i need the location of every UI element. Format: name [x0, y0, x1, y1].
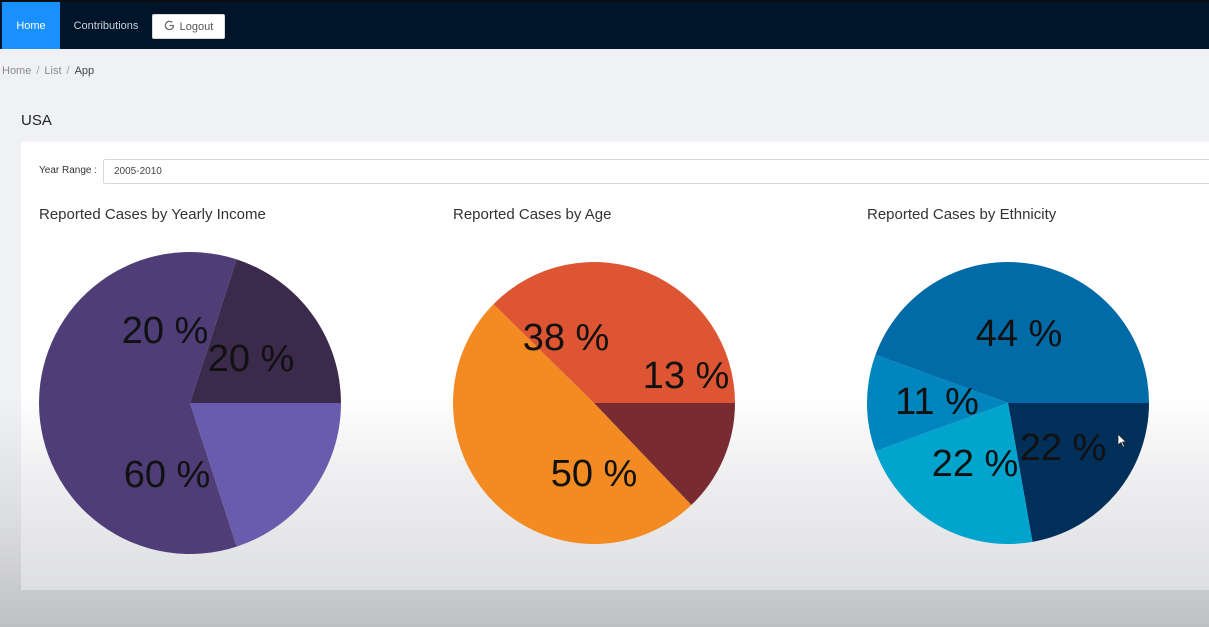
- ethnicity-chart-title: Reported Cases by Ethnicity: [867, 206, 1057, 223]
- charts-card: Year Range : 2005-2010 Reported Cases by…: [21, 142, 1209, 590]
- breadcrumb-home[interactable]: Home: [2, 65, 31, 77]
- ethnicity-slice-44-label: 44 %: [976, 313, 1063, 355]
- breadcrumb-separator: /: [66, 65, 70, 77]
- year-range-label: Year Range :: [39, 165, 98, 176]
- ethnicity-slice-11-label: 11 %: [895, 381, 979, 423]
- age-slice-38-label: 38 %: [523, 317, 610, 359]
- ethnicity-slice-22-dark[interactable]: [1008, 403, 1149, 542]
- breadcrumb: Home / List / App: [2, 64, 94, 78]
- income-slice-60-label: 60 %: [124, 454, 211, 496]
- age-slice-50-label: 50 %: [551, 453, 638, 495]
- ethnicity-pie-chart: 22 %22 % 11 % 44 %: [867, 262, 1149, 544]
- income-chart-title: Reported Cases by Yearly Income: [39, 206, 266, 223]
- page-title: USA: [21, 112, 52, 129]
- nav-contributions[interactable]: Contributions: [70, 2, 142, 49]
- ethnicity-slice-22-light-label: 22 %: [932, 443, 1019, 485]
- nav-home[interactable]: Home: [2, 2, 60, 49]
- age-pie-chart: 13 % 50 % 38 %: [453, 262, 735, 544]
- income-pie-chart: 20 % 60 % 20 %: [38, 252, 341, 554]
- income-slice-20-top-left-label: 20 %: [122, 310, 209, 352]
- logout-button[interactable]: Logout: [152, 14, 225, 39]
- google-icon: [164, 20, 175, 34]
- breadcrumb-list[interactable]: List: [44, 65, 61, 77]
- income-slice-20-top-right-label: 20 %: [208, 338, 295, 380]
- mouse-cursor-icon: [1118, 434, 1127, 448]
- year-range-input[interactable]: 2005-2010: [103, 159, 1209, 184]
- logout-label: Logout: [179, 20, 214, 33]
- breadcrumb-separator: /: [36, 65, 40, 77]
- ethnicity-slice-22-dark-label: 22 %: [1020, 427, 1107, 469]
- breadcrumb-app: App: [74, 65, 95, 77]
- age-chart-title: Reported Cases by Age: [453, 206, 612, 223]
- age-slice-13-label: 13 %: [643, 355, 730, 397]
- year-range-value: 2005-2010: [114, 166, 162, 177]
- top-nav-bar: Home Contributions Logout: [0, 0, 1209, 49]
